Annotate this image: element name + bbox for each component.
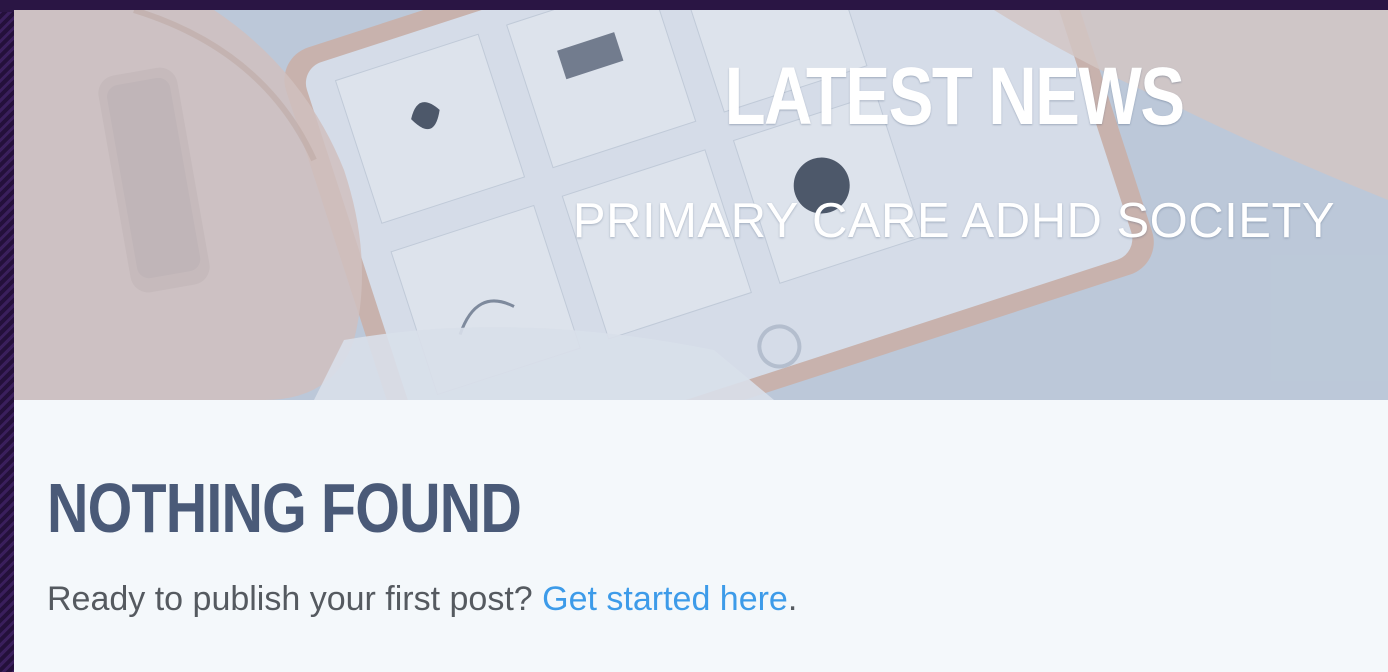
empty-message-period: . xyxy=(787,580,798,618)
hero-banner: LATEST NEWS PRIMARY CARE ADHD SOCIETY xyxy=(14,10,1388,400)
content-panel: NOTHING FOUND Ready to publish your firs… xyxy=(14,400,1388,672)
empty-message: Ready to publish your first post? Get st… xyxy=(47,580,797,619)
hero-title: LATEST NEWS xyxy=(724,51,1185,142)
get-started-link[interactable]: Get started here xyxy=(542,580,788,618)
hero-subtitle: PRIMARY CARE ADHD SOCIETY xyxy=(572,194,1336,248)
page-title: NOTHING FOUND xyxy=(47,469,522,547)
empty-message-text: Ready to publish your first post? xyxy=(47,580,533,618)
